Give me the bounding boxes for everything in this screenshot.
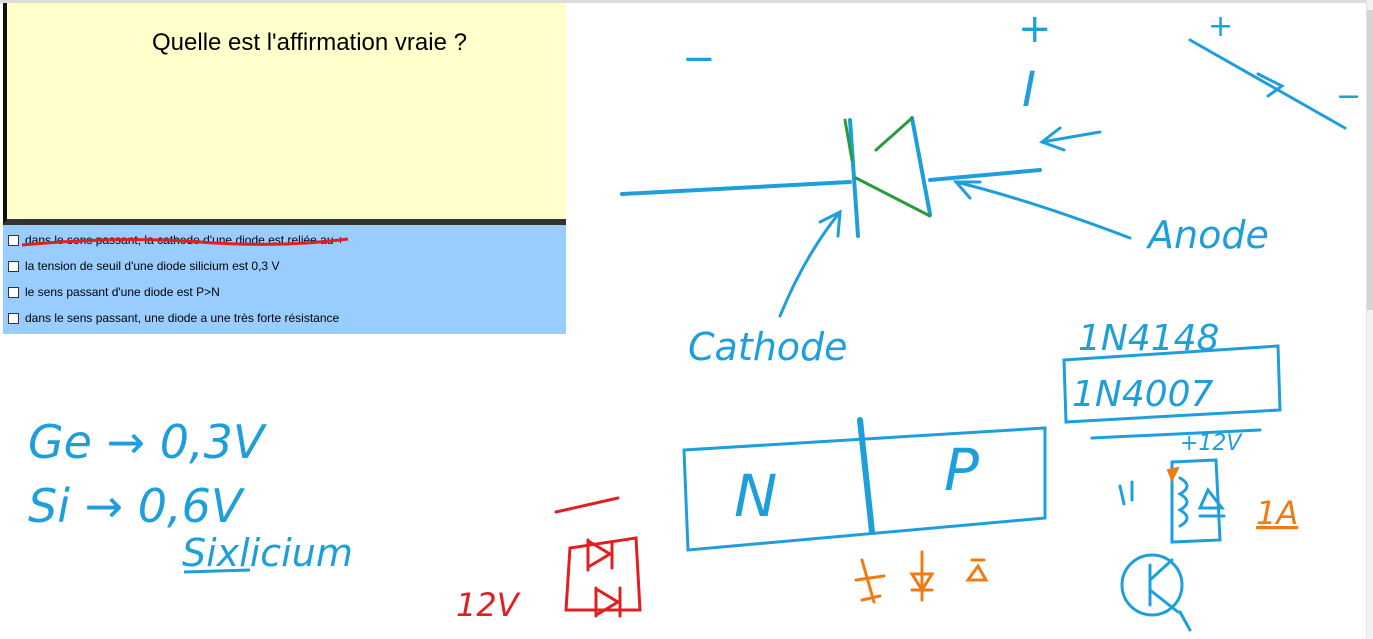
reference-box [1062, 344, 1282, 440]
answer-option-1[interactable]: dans le sens passant, la cathode d'une d… [8, 231, 344, 249]
current-1a-label: 1A [1256, 494, 1298, 532]
answer-checkbox-4[interactable] [8, 312, 19, 324]
scrollbar-thumb[interactable] [1367, 10, 1373, 310]
answer-option-2[interactable]: la tension de seuil d'une diode silicium… [8, 257, 279, 275]
answer-option-3[interactable]: le sens passant d'une diode est P>N [8, 283, 220, 301]
current-arrow [1038, 126, 1102, 152]
diode-triangle-edges [843, 116, 932, 218]
plus-sign-top: + [1018, 6, 1052, 52]
vertical-scrollbar[interactable] [1366, 0, 1373, 639]
answer-label-4: dans le sens passant, une diode a une tr… [25, 311, 340, 325]
anode-label: Anode [1145, 213, 1269, 257]
quiz-panel: Quelle est l'affirmation vraie ? dans le… [3, 3, 566, 334]
reference-1n4148: 1N4148 [1078, 318, 1219, 359]
answer-checkbox-2[interactable] [8, 260, 19, 272]
answer-option-4[interactable]: dans le sens passant, une diode a une tr… [8, 309, 339, 327]
silicium-underline [183, 568, 251, 574]
cathode-arrow [778, 209, 842, 318]
diode-symbol [620, 116, 1042, 238]
current-symbol: I [1022, 62, 1036, 118]
question-area: Quelle est l'affirmation vraie ? [3, 3, 566, 225]
silicium-word: Sixlicium [182, 531, 353, 575]
p-region-label: P [944, 436, 979, 504]
cathode-label: Cathode [688, 325, 848, 369]
relay-circuit [1118, 458, 1226, 632]
red-diode-pair [554, 496, 642, 618]
answers-list: dans le sens passant, la cathode d'une d… [3, 225, 566, 334]
relay-supply-dot [1166, 466, 1180, 483]
answer-label-2: la tension de seuil d'une diode silicium… [25, 259, 280, 273]
answer-label-3: le sens passant d'une diode est P>N [25, 285, 220, 299]
n-region-label: N [734, 462, 777, 530]
germanium-threshold: Ge → 0,3V [28, 415, 268, 469]
voltage-12v-label: 12V [456, 586, 521, 624]
answer-checkbox-1[interactable] [8, 234, 19, 246]
reference-1n4007: 1N4007 [1072, 374, 1214, 415]
minus-sign-right: − [1336, 79, 1361, 114]
diagonal-arrow [1188, 38, 1347, 130]
answer-label-1: dans le sens passant, la cathode d'une d… [25, 233, 344, 247]
question-text: Quelle est l'affirmation vraie ? [152, 29, 467, 56]
anode-arrow [952, 180, 1132, 240]
np-junction-block [682, 417, 1047, 552]
answer-checkbox-3[interactable] [8, 286, 19, 298]
silicon-threshold: Si → 0,6V [28, 479, 246, 533]
orange-diode-sketches [854, 550, 989, 604]
plus-sign-right: + [1208, 9, 1233, 44]
plus-12v-label: +12V [1180, 431, 1243, 456]
minus-sign-left: − [682, 36, 716, 82]
